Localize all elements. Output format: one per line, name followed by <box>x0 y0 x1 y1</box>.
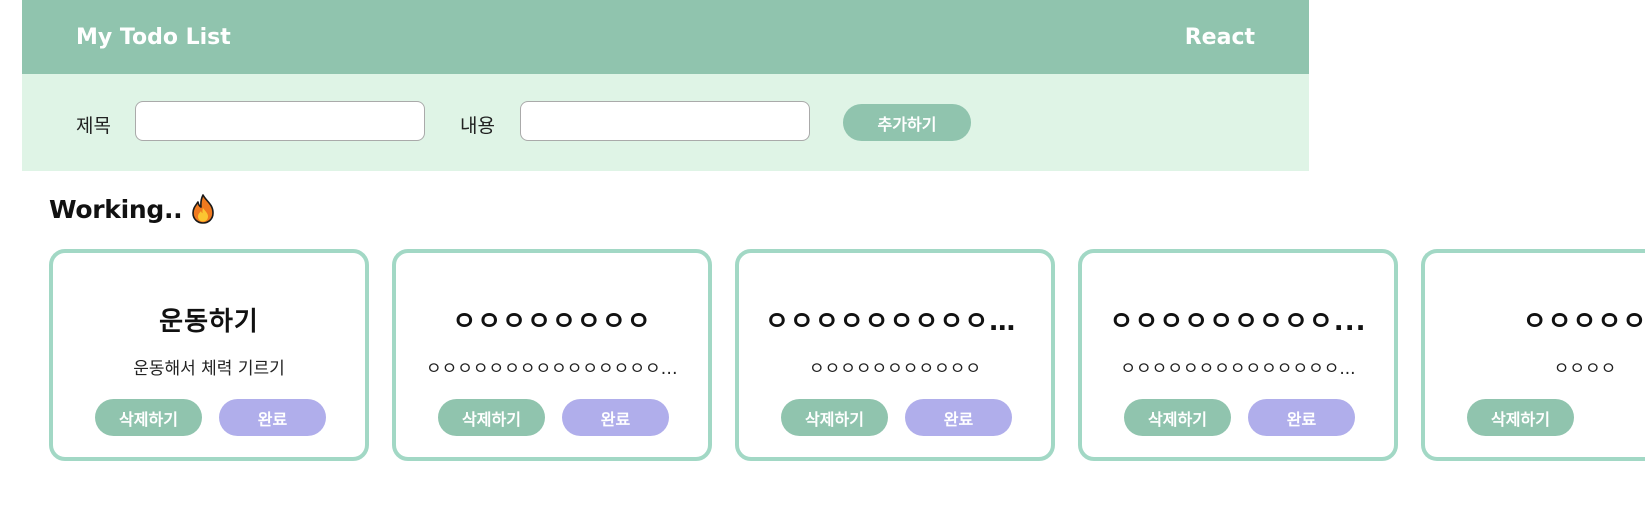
delete-button[interactable]: 삭제하기 <box>438 399 545 436</box>
complete-button[interactable]: 완료 <box>219 399 326 436</box>
fire-icon <box>190 194 216 224</box>
todo-body: ㅇㅇㅇㅇ <box>1553 359 1617 379</box>
todo-body: ㅇㅇㅇㅇㅇㅇㅇㅇㅇㅇㅇ <box>808 359 982 379</box>
title-input[interactable] <box>135 101 425 141</box>
app-header: My Todo List React <box>22 0 1309 74</box>
todo-body: ㅇㅇㅇㅇㅇㅇㅇㅇㅇㅇㅇㅇㅇㅇ... <box>1120 359 1356 379</box>
todo-body: 운동해서 체력 기르기 <box>133 359 285 379</box>
delete-button[interactable]: 삭제하기 <box>781 399 888 436</box>
complete-button[interactable]: 완료 <box>562 399 669 436</box>
todo-body: ㅇㅇㅇㅇㅇㅇㅇㅇㅇㅇㅇㅇㅇㅇㅇㅇㅇ <box>426 359 692 379</box>
content-input[interactable] <box>520 101 810 141</box>
app-title: My Todo List <box>76 24 231 50</box>
delete-button[interactable]: 삭제하기 <box>1467 399 1574 436</box>
todo-title: ㅇㅇㅇㅇㅇㅇㅇㅇ <box>452 307 652 337</box>
section-title: Working.. <box>49 194 183 224</box>
todo-title: ㅇㅇㅇㅇㅇㅇㅇㅇㅇㅇ... <box>765 307 1047 337</box>
framework-label: React <box>1184 24 1255 50</box>
add-button[interactable]: 추가하기 <box>843 104 971 141</box>
todo-title: ㅇㅇㅇㅇㅇㅇㅇㅇㅇ... <box>1109 307 1367 337</box>
complete-button[interactable]: 완료 <box>905 399 1012 436</box>
title-label: 제목 <box>76 115 111 137</box>
todo-card: ㅇㅇㅇㅇㅇㅇㅇㅇㅇ... ㅇㅇㅇㅇㅇㅇㅇㅇㅇㅇㅇㅇㅇㅇ... 삭제하기 완료 <box>1078 249 1398 461</box>
working-section-heading: Working.. <box>49 194 216 224</box>
content-label: 내용 <box>460 115 495 137</box>
complete-button[interactable]: 완료 <box>1248 399 1355 436</box>
delete-button[interactable]: 삭제하기 <box>95 399 202 436</box>
todo-card: ㅇㅇㅇㅇㅇㅇㅇㅇㅇㅇ... ㅇㅇㅇㅇㅇㅇㅇㅇㅇㅇㅇ 삭제하기 완료 <box>735 249 1055 461</box>
todo-title: ㅇㅇㅇㅇㅇ <box>1522 307 1645 337</box>
todo-card: ㅇㅇㅇㅇㅇㅇㅇㅇ ㅇㅇㅇㅇㅇㅇㅇㅇㅇㅇㅇㅇㅇㅇㅇㅇㅇ 삭제하기 완료 <box>392 249 712 461</box>
todo-card: ㅇㅇㅇㅇㅇ ㅇㅇㅇㅇ 삭제하기 <box>1421 249 1645 461</box>
todo-card: 운동하기 운동해서 체력 기르기 삭제하기 완료 <box>49 249 369 461</box>
todo-title: 운동하기 <box>159 307 259 337</box>
delete-button[interactable]: 삭제하기 <box>1124 399 1231 436</box>
